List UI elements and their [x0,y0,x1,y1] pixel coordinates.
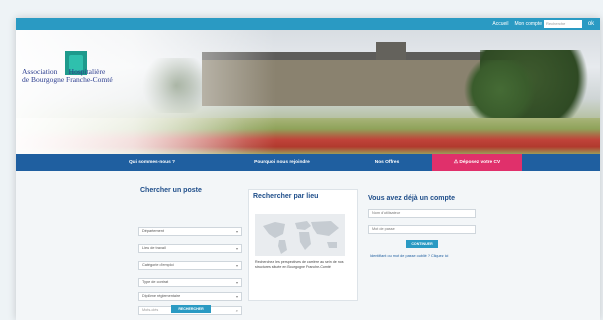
chevron-down-icon: ▾ [235,263,238,268]
site-search-input[interactable]: Recherche [544,20,582,28]
nav-item-about[interactable]: Qui sommes-nous ? [82,154,222,171]
top-link-home[interactable]: Accueil [492,20,508,28]
select-department[interactable]: Département ▾ [138,227,242,236]
chevron-down-icon: ▾ [235,229,238,234]
select-department-label: Département [142,229,164,233]
select-workplace[interactable]: Lieu de travail ▾ [138,244,242,253]
world-map[interactable] [255,214,345,256]
select-category-label: Catégorie d'emploi [142,263,174,267]
nav-item-submit-cv[interactable]: ⚠ Déposez votre CV [432,154,522,171]
chevron-down-icon: ▾ [235,294,238,299]
search-job-button[interactable]: RECHERCHER [171,305,211,313]
username-input[interactable]: Nom d'utilisateur [368,209,476,218]
main-content: Chercher un poste Département ▾ Lieu de t… [16,171,600,320]
forgot-password-link[interactable]: Identifiant ou mot de passe oublié ? Cli… [370,254,448,258]
keyword-placeholder: Mots-clés [142,308,159,312]
top-links: Accueil Mon compte [492,20,542,28]
site-search-button[interactable]: ok [584,20,598,28]
browser-frame: Accueil Mon compte Recherche ok Associat… [16,18,600,320]
nav-cv-label: Déposez votre CV [459,160,501,165]
select-contract-label: Type de contrat [142,280,169,284]
nav-item-offers[interactable]: Nos Offres [342,154,432,171]
chevron-down-icon: ▾ [235,280,238,285]
main-nav: Qui sommes-nous ? Pourquoi nous rejoindr… [16,154,600,171]
search-job-panel: Chercher un poste Département ▾ Lieu de t… [136,185,246,320]
logo-line-2: de Bourgogne Franche-Comté [22,75,113,84]
select-contract[interactable]: Type de contrat ▾ [138,278,242,287]
select-category[interactable]: Catégorie d'emploi ▾ [138,261,242,270]
search-place-panel: Rechercher par lieu Recherchez les persp… [248,189,358,301]
select-workplace-label: Lieu de travail [142,246,166,250]
search-place-description: Recherchez les perspectives de carrière … [255,260,344,269]
search-place-title: Rechercher par lieu [253,193,319,200]
hero-banner: Association Hospitalière de Bourgogne Fr… [16,30,600,154]
select-diploma-label: Diplôme réglementaire [142,294,181,298]
nav-item-why-join[interactable]: Pourquoi nous rejoindre [222,154,342,171]
chevron-down-icon: ▾ [235,246,238,251]
continue-button[interactable]: CONTINUER [406,240,438,248]
building-tower [376,42,406,60]
search-job-title: Chercher un poste [140,187,202,194]
account-panel: Vous avez déjà un compte Nom d'utilisate… [362,189,486,279]
logo-text[interactable]: Association Hospitalière de Bourgogne Fr… [22,68,113,84]
sky-fade [16,30,276,154]
trees-right-2 [460,60,540,120]
search-icon: ⌕ [235,308,238,313]
world-map-svg [263,221,339,254]
top-bar: Accueil Mon compte Recherche ok [16,18,600,30]
select-diploma[interactable]: Diplôme réglementaire ▾ [138,292,242,301]
account-title: Vous avez déjà un compte [368,195,456,202]
password-input[interactable]: Mot de passe [368,225,476,234]
top-link-account[interactable]: Mon compte [514,20,542,28]
